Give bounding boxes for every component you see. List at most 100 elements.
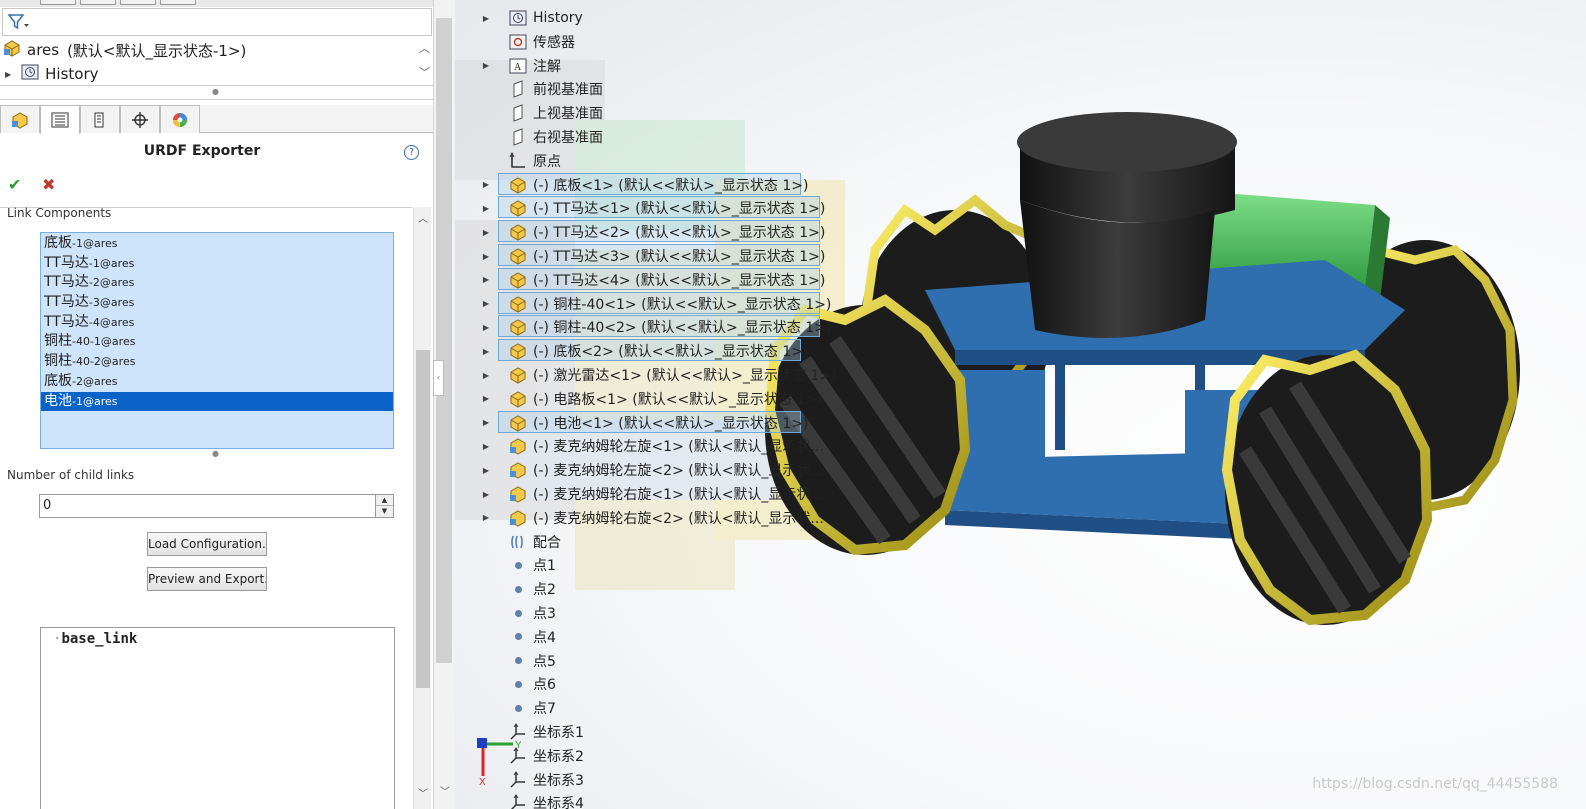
tree-item-row[interactable]: ▶ (-) 电池<1> (默认<<默认>_显示状态 1>) bbox=[479, 412, 808, 434]
help-icon[interactable]: ? bbox=[404, 145, 419, 160]
tree-item-row[interactable]: ▶ (-) 底板<2> (默认<<默认>_显示状态 1>) bbox=[479, 340, 808, 362]
list-item[interactable]: 底板-1@ares bbox=[41, 234, 393, 254]
tree-item-row[interactable]: 右视基准面 bbox=[479, 126, 603, 148]
cancel-x-icon[interactable]: ✖ bbox=[42, 175, 55, 194]
tab-stub[interactable] bbox=[160, 0, 196, 5]
expand-arrow-icon[interactable]: ▶ bbox=[5, 70, 11, 79]
expand-arrow-icon[interactable]: ▶ bbox=[479, 442, 493, 451]
tree-item-row[interactable]: 前视基准面 bbox=[479, 78, 603, 100]
tree-item-row[interactable]: 点5 bbox=[479, 650, 556, 672]
property-scrollbar[interactable]: ︿ ﹀ bbox=[413, 207, 431, 809]
tab-configuration-manager[interactable] bbox=[80, 105, 120, 133]
tree-history-row[interactable]: ▶ History bbox=[5, 63, 99, 85]
expand-arrow-icon[interactable]: ▶ bbox=[479, 204, 493, 213]
tab-stub[interactable] bbox=[120, 0, 156, 5]
tree-item-row[interactable]: 原点 bbox=[479, 150, 561, 172]
tree-item-row[interactable]: 配合 bbox=[479, 531, 561, 553]
list-item[interactable]: 铜柱-40-2@ares bbox=[41, 352, 393, 372]
expand-arrow-icon[interactable]: ▶ bbox=[479, 61, 493, 70]
tree-item-row[interactable]: ▶ (-) 激光雷达<1> (默认<<默认>_显示状态 1>) bbox=[479, 364, 836, 386]
tree-item-row[interactable]: 坐标系4 bbox=[479, 792, 584, 809]
tree-root-row[interactable]: ares (默认<默认_显示状态-1>) bbox=[3, 39, 246, 61]
expand-arrow-icon[interactable]: ▶ bbox=[479, 323, 493, 332]
resize-grip[interactable]: ● bbox=[212, 449, 219, 458]
resize-grip[interactable]: ● bbox=[212, 87, 219, 96]
tree-item-row[interactable]: ▶ History bbox=[479, 7, 583, 29]
tab-display-manager[interactable] bbox=[160, 105, 200, 133]
list-item[interactable]: 电池-1@ares bbox=[41, 391, 393, 412]
link-tree-node[interactable]: ·base_link bbox=[53, 631, 137, 647]
list-item[interactable]: TT马达-4@ares bbox=[41, 313, 393, 333]
scroll-thumb[interactable] bbox=[416, 350, 430, 688]
scroll-down-icon[interactable]: ﹀ bbox=[414, 785, 432, 800]
tree-item-row[interactable]: 点7 bbox=[479, 697, 556, 719]
expand-arrow-icon[interactable]: ▶ bbox=[479, 275, 493, 284]
tree-item-row[interactable]: ▶ (-) 铜柱-40<2> (默认<<默认>_显示状态 1>) bbox=[479, 316, 831, 338]
load-configuration-button[interactable]: Load Configuration.. bbox=[147, 532, 267, 556]
expand-arrow-icon[interactable]: ▶ bbox=[479, 228, 493, 237]
tree-item-row[interactable]: ▶ (-) 底板<1> (默认<<默认>_显示状态 1>) bbox=[479, 174, 808, 196]
list-item[interactable]: TT马达-1@ares bbox=[41, 254, 393, 274]
tab-stub[interactable] bbox=[40, 0, 76, 5]
tree-item-row[interactable]: 传感器 bbox=[479, 31, 575, 53]
feature-manager-icon bbox=[12, 111, 28, 129]
list-item[interactable]: TT马达-2@ares bbox=[41, 273, 393, 293]
tree-item-row[interactable]: 上视基准面 bbox=[479, 102, 603, 124]
tree-item-row[interactable]: 点3 bbox=[479, 602, 556, 624]
ok-checkmark-icon[interactable]: ✔ bbox=[8, 175, 21, 194]
expand-arrow-icon[interactable]: ▶ bbox=[479, 371, 493, 380]
tree-item-row[interactable]: ▶ (-) TT马达<3> (默认<<默认>_显示状态 1>) bbox=[479, 245, 825, 267]
tree-item-row[interactable]: 点6 bbox=[479, 673, 556, 695]
link-suffix: -2@ares bbox=[72, 374, 118, 388]
splitter-scroll-thumb[interactable] bbox=[436, 18, 452, 663]
tab-stub[interactable] bbox=[80, 0, 116, 5]
tree-item-row[interactable]: ▶ A 注解 bbox=[479, 55, 561, 77]
tree-item-row[interactable]: ▶ (-) TT马达<4> (默认<<默认>_显示状态 1>) bbox=[479, 269, 825, 291]
expand-arrow-icon[interactable]: ▶ bbox=[479, 299, 493, 308]
expand-arrow-icon[interactable]: ▶ bbox=[479, 466, 493, 475]
panel-splitter[interactable]: ﹀ bbox=[433, 0, 455, 809]
scroll-down-icon[interactable]: ﹀ bbox=[436, 783, 454, 798]
tab-feature-manager[interactable] bbox=[0, 105, 40, 133]
tab-dimxpert-manager[interactable] bbox=[120, 105, 160, 133]
tree-item-row[interactable]: ▶ (-) 麦克纳姆轮右旋<2> (默认<默认_显示状... bbox=[479, 507, 824, 529]
list-item[interactable]: 底板-2@ares bbox=[41, 372, 393, 392]
tree-item-row[interactable]: 点2 bbox=[479, 578, 556, 600]
expand-arrow-icon[interactable]: ▶ bbox=[479, 418, 493, 427]
spin-up-icon[interactable]: ▲ bbox=[376, 495, 393, 506]
expand-arrow-icon[interactable]: ▶ bbox=[479, 513, 493, 522]
expand-arrow-icon[interactable]: ▶ bbox=[479, 394, 493, 403]
expand-arrow-icon[interactable]: ▶ bbox=[479, 14, 493, 23]
list-item[interactable]: TT马达-3@ares bbox=[41, 293, 393, 313]
splitter-grip-icon[interactable]: ‹ bbox=[433, 360, 444, 396]
expand-arrow-icon[interactable]: ▶ bbox=[479, 490, 493, 499]
tree-item-row[interactable]: ▶ (-) 麦克纳姆轮右旋<1> (默认<默认_显示状... bbox=[479, 483, 824, 505]
tree-filter-bar[interactable] bbox=[2, 8, 432, 36]
graphics-viewport[interactable]: ▶ History 传感器 ▶ A 注解 前视基准面 上视基准面 右视基准面 原点 ▶ (-) 底板<… bbox=[455, 0, 1586, 809]
scroll-up-icon[interactable]: ︿ bbox=[419, 40, 430, 56]
expand-arrow-icon[interactable]: ▶ bbox=[479, 180, 493, 189]
tree-item-row[interactable]: ▶ (-) TT马达<1> (默认<<默认>_显示状态 1>) bbox=[479, 197, 825, 219]
tree-item-label: 坐标系3 bbox=[533, 772, 584, 789]
tree-item-row[interactable]: ▶ (-) 铜柱-40<1> (默认<<默认>_显示状态 1>) bbox=[479, 293, 831, 315]
spin-down-icon[interactable]: ▼ bbox=[376, 506, 393, 517]
list-item[interactable]: 铜柱-40-1@ares bbox=[41, 332, 393, 352]
child-links-input[interactable]: 0 bbox=[39, 494, 376, 518]
link-components-list[interactable]: 底板-1@ares TT马达-1@ares TT马达-2@ares TT马达-3@ar… bbox=[40, 232, 394, 449]
tree-item-row[interactable]: ▶ (-) TT马达<2> (默认<<默认>_显示状态 1>) bbox=[479, 221, 825, 243]
tab-property-manager[interactable] bbox=[40, 105, 80, 134]
scroll-down-icon[interactable]: ﹀ bbox=[419, 64, 430, 80]
expand-arrow-icon[interactable]: ▶ bbox=[479, 252, 493, 261]
tree-item-row[interactable]: ▶ (-) 麦克纳姆轮左旋<1> (默认<默认_显示状... bbox=[479, 435, 824, 457]
link-tree-view[interactable]: ·base_link bbox=[40, 627, 395, 809]
link-name: 电池 bbox=[44, 392, 72, 409]
scroll-up-icon[interactable]: ︿ bbox=[414, 210, 432, 225]
tree-item-row[interactable]: ▶ (-) 麦克纳姆轮左旋<2> (默认<默认_显示状... bbox=[479, 459, 824, 481]
preview-and-export-button[interactable]: Preview and Export.. bbox=[147, 567, 267, 591]
tree-item-row[interactable]: 点1 bbox=[479, 554, 556, 576]
expand-arrow-icon[interactable]: ▶ bbox=[479, 347, 493, 356]
child-links-spinner[interactable]: ▲ ▼ bbox=[376, 494, 394, 518]
tree-item-row[interactable]: ▶ (-) 电路板<1> (默认<<默认>_显示状态 1>) bbox=[479, 388, 822, 410]
filter-icon[interactable] bbox=[7, 13, 30, 35]
tree-item-row[interactable]: 点4 bbox=[479, 626, 556, 648]
